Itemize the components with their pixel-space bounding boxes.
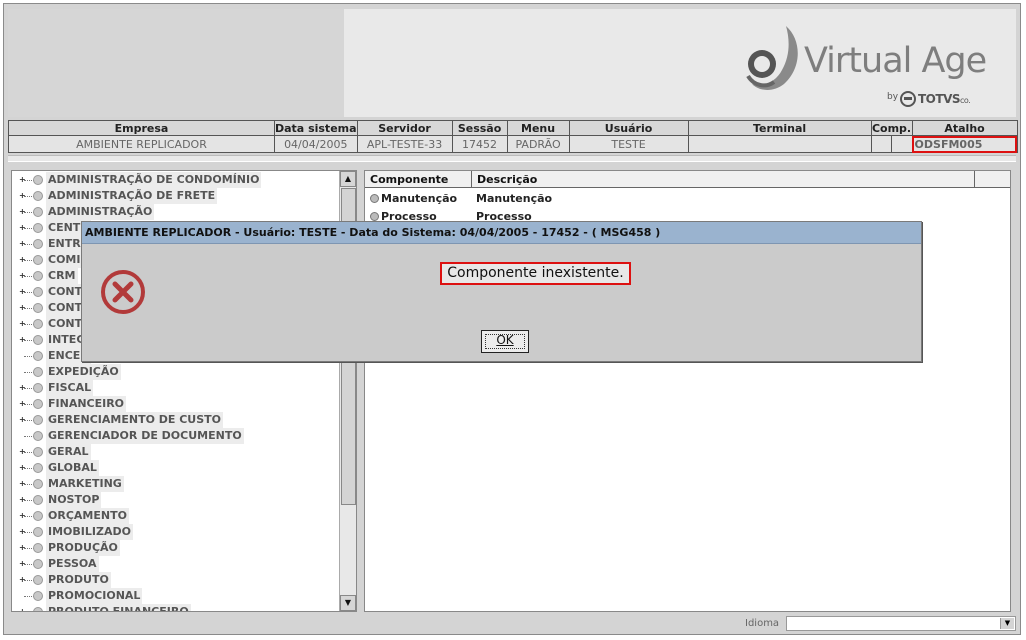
tree-item-label: GLOBAL	[46, 460, 99, 476]
tree-item-label: PESSOA	[46, 556, 99, 572]
tree-item-label: EXPEDIÇÃO	[46, 364, 121, 380]
info-header-menu: Menu	[506, 120, 570, 136]
expand-icon[interactable]: +	[19, 608, 26, 612]
info-value-sessao: 17452	[451, 135, 508, 153]
tree-node-icon	[33, 271, 43, 281]
info-header-servidor: Servidor	[356, 120, 453, 136]
tree-node-icon	[33, 239, 43, 249]
tree-node-icon	[33, 399, 43, 409]
tree-item-label: MARKETING	[46, 476, 124, 492]
tree-item-label: PRODUTO FINANCEIRO	[46, 604, 191, 611]
tree-node-icon	[33, 367, 43, 377]
tree-node-icon	[33, 335, 43, 345]
tree-node-icon	[33, 559, 43, 569]
tree-item-label: FISCAL	[46, 380, 94, 396]
tree-node-icon	[33, 575, 43, 585]
info-value-servidor: APL-TESTE-33	[356, 135, 453, 153]
tree-item-label: NOSTOP	[46, 492, 102, 508]
tree-item-label: IMOBILIZADO	[46, 524, 133, 540]
tree-node-icon	[33, 207, 43, 217]
scroll-up-button[interactable]: ▲	[340, 171, 356, 187]
idioma-select[interactable]: ▼	[786, 616, 1016, 631]
tree-node-icon	[33, 287, 43, 297]
brand-totvs-text: TOTVS	[918, 92, 961, 106]
tree-node-icon	[33, 495, 43, 505]
atalho-input[interactable]: ODSFM005	[911, 135, 1018, 153]
tree-node-icon	[33, 191, 43, 201]
comp-cell-b	[892, 137, 911, 152]
tree-node-icon	[33, 223, 43, 233]
ok-button-label: OK	[496, 333, 514, 347]
ok-button[interactable]: OK	[481, 330, 529, 353]
tree-item-label: ADMINISTRAÇÃO DE FRETE	[46, 188, 218, 204]
info-header-sessao: Sessão	[451, 120, 508, 136]
tree-item-label: PROMOCIONAL	[46, 588, 143, 604]
info-header-usuario: Usuário	[568, 120, 689, 136]
row-node-icon	[370, 212, 379, 221]
scroll-down-button[interactable]: ▼	[340, 595, 356, 611]
col-header-descricao[interactable]: Descrição	[472, 171, 975, 188]
tree-item-label: FINANCEIRO	[46, 396, 127, 412]
idioma-label: Idioma	[745, 618, 780, 629]
tree-node-icon	[33, 463, 43, 473]
info-value-empresa: AMBIENTE REPLICADOR	[8, 135, 275, 153]
info-value-menu: PADRÃO	[506, 135, 570, 153]
tree-node-icon	[33, 319, 43, 329]
banner-left	[8, 9, 344, 117]
tree-item-label: ADMINISTRAÇÃO DE CONDOMÍNIO	[46, 172, 262, 188]
divider	[8, 155, 1016, 162]
session-info-table: Empresa Data sistema Servidor Sessão Men…	[8, 120, 1018, 153]
tree-item-label: ORÇAMENTO	[46, 508, 129, 524]
brand-name: Virtual Age	[804, 41, 987, 81]
tree-node-icon	[33, 591, 43, 601]
info-value-usuario: TESTE	[568, 135, 689, 153]
tree-item-label: PRODUTO	[46, 572, 111, 588]
tree-item-label: PRODUÇÃO	[46, 540, 120, 556]
tree-item-label: GERENCIADOR DE DOCUMENTO	[46, 428, 244, 444]
info-header-empresa: Empresa	[8, 120, 275, 136]
tree-node-icon	[33, 175, 43, 185]
brand-totvs: TOTVSco.	[918, 92, 971, 106]
tree-node-icon	[33, 255, 43, 265]
virtual-age-logo-icon	[746, 26, 798, 90]
tree-item-label: CRM	[46, 268, 78, 284]
tree-node-icon	[33, 351, 43, 361]
info-value-terminal	[687, 135, 872, 153]
tree-node-icon	[33, 431, 43, 441]
tree-node-icon	[33, 543, 43, 553]
info-header-comp: Comp.	[870, 120, 913, 136]
info-value-comp	[870, 135, 913, 153]
error-x-icon	[101, 270, 145, 314]
chevron-down-icon[interactable]: ▼	[1000, 618, 1014, 629]
cell-componente: Manutenção	[381, 192, 458, 205]
tree-node-icon	[33, 511, 43, 521]
dialog-title: AMBIENTE REPLICADOR - Usuário: TESTE - D…	[82, 222, 921, 244]
tree-item-label: GERENCIAMENTO DE CUSTO	[46, 412, 224, 428]
tree-node-icon	[33, 479, 43, 489]
brand-co: co.	[960, 96, 971, 105]
info-value-data-sistema: 04/04/2005	[274, 135, 358, 153]
cell-descricao: Manutenção	[476, 192, 553, 205]
tree-node-icon	[33, 415, 43, 425]
tree-node-icon	[33, 527, 43, 537]
info-header-atalho: Atalho	[911, 120, 1018, 136]
status-bar: Idioma ▼	[8, 616, 1016, 632]
info-header-terminal: Terminal	[687, 120, 872, 136]
totvs-icon	[900, 91, 916, 107]
col-header-componente[interactable]: Componente	[365, 171, 472, 188]
tree-node-icon	[33, 447, 43, 457]
info-header-data-sistema: Data sistema	[274, 120, 358, 136]
col-header-extra	[975, 171, 1010, 188]
error-dialog: AMBIENTE REPLICADOR - Usuário: TESTE - D…	[81, 221, 922, 362]
tree-item-label: ADMINISTRAÇÃO	[46, 204, 155, 220]
comp-cell-a	[872, 136, 893, 152]
row-node-icon	[370, 194, 379, 203]
brand-by: by	[887, 92, 899, 102]
tree-node-icon	[33, 303, 43, 313]
tree-item-label: GERAL	[46, 444, 91, 460]
tree-node-icon	[33, 607, 43, 611]
dialog-message: Componente inexistente.	[440, 262, 631, 285]
tree-node-icon	[33, 383, 43, 393]
